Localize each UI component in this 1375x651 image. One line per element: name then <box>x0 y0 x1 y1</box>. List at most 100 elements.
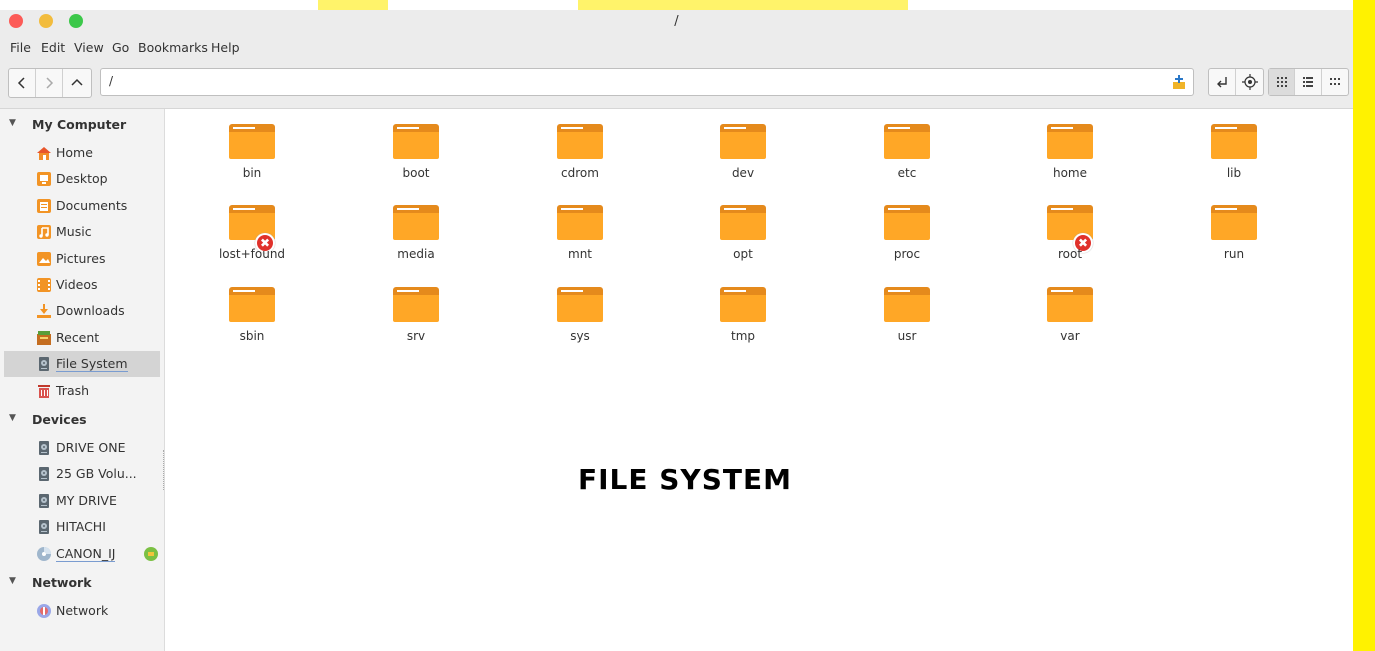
sidebar-item-25-gb-volu[interactable]: 25 GB Volu... <box>4 461 160 487</box>
folder-item[interactable]: boot <box>356 109 476 187</box>
menu-edit[interactable]: Edit <box>41 40 65 55</box>
folder-item[interactable]: srv <box>356 272 476 350</box>
folder-label: boot <box>402 166 430 180</box>
sidebar-item-network[interactable]: Network <box>4 598 160 624</box>
sidebar-resize-handle[interactable] <box>163 450 164 490</box>
folder-label: sys <box>570 329 590 343</box>
folder-item[interactable]: bin <box>192 109 312 187</box>
chevron-left-icon <box>17 77 25 89</box>
sidebar-item-drive-one[interactable]: DRIVE ONE <box>4 435 160 461</box>
folder-item[interactable]: var <box>1010 272 1130 350</box>
folder-label: var <box>1060 329 1080 343</box>
sidebar-item-music[interactable]: Music <box>4 219 160 245</box>
pictures-icon <box>36 251 52 267</box>
desktop-icon <box>36 171 52 187</box>
folder-item[interactable]: mnt <box>520 190 640 268</box>
sidebar-item-label: 25 GB Volu... <box>56 466 137 482</box>
folder-label: etc <box>897 166 917 180</box>
eject-icon[interactable] <box>144 546 158 561</box>
sidebar-section-devices[interactable]: ▼ Devices <box>0 408 164 432</box>
list-view-icon <box>1303 77 1314 87</box>
home-icon <box>36 145 52 161</box>
folder-icon <box>393 124 439 159</box>
sidebar: ▼ My Computer Home Desktop Documents Music Pic… <box>0 109 165 651</box>
folder-item[interactable]: ✖ lost+found <box>192 190 312 268</box>
compact-view-button[interactable] <box>1322 69 1348 95</box>
sidebar-item-my-drive[interactable]: MY DRIVE <box>4 488 160 514</box>
action-buttons <box>1208 68 1264 96</box>
folder-label: run <box>1223 247 1245 261</box>
back-button[interactable] <box>9 69 36 97</box>
menu-go[interactable]: Go <box>112 40 129 55</box>
drive-icon <box>36 466 52 482</box>
chevron-up-icon <box>70 78 83 86</box>
folder-label: sbin <box>239 329 265 343</box>
sidebar-item-file-system[interactable]: File System <box>4 351 160 378</box>
list-view-button[interactable] <box>1295 69 1322 95</box>
sidebar-item-label: Downloads <box>56 303 125 319</box>
folder-label: mnt <box>568 247 592 261</box>
folder-item[interactable]: opt <box>683 190 803 268</box>
drive-icon <box>36 440 52 456</box>
folder-item[interactable]: home <box>1010 109 1130 187</box>
folder-label: bin <box>242 166 262 180</box>
grid-view-icon <box>1276 77 1287 87</box>
menu-bar: File Edit View Go Bookmarks Help <box>0 36 1353 60</box>
folder-item[interactable]: proc <box>847 190 967 268</box>
drive-icon <box>36 519 52 535</box>
sidebar-item-hitachi[interactable]: HITACHI <box>4 514 160 540</box>
music-icon <box>36 224 52 240</box>
sidebar-item-recent[interactable]: Recent <box>4 325 160 351</box>
folder-item[interactable]: etc <box>847 109 967 187</box>
sidebar-item-label: Videos <box>56 277 98 292</box>
sidebar-item-desktop[interactable]: Desktop <box>4 166 160 192</box>
menu-bookmarks[interactable]: Bookmarks <box>138 40 208 55</box>
folder-icon <box>1211 124 1257 159</box>
sidebar-item-label: CANON_IJ <box>56 545 116 562</box>
sidebar-section-label: My Computer <box>32 117 127 132</box>
toolbar: / <box>0 60 1353 109</box>
folder-icon <box>557 287 603 322</box>
folder-item[interactable]: ✖ root <box>1010 190 1130 268</box>
sidebar-item-label: Desktop <box>56 171 108 187</box>
navigation-buttons <box>8 68 92 98</box>
location-bar[interactable]: / <box>100 68 1194 96</box>
forward-button[interactable] <box>36 69 63 97</box>
open-terminal-button[interactable] <box>1209 69 1236 95</box>
folder-icon <box>720 205 766 240</box>
sidebar-item-documents[interactable]: Documents <box>4 193 160 219</box>
folder-item[interactable]: sbin <box>192 272 312 350</box>
window-title: / <box>674 14 679 29</box>
sidebar-item-home[interactable]: Home <box>4 140 160 166</box>
folder-item[interactable]: tmp <box>683 272 803 350</box>
folder-label: dev <box>731 166 755 180</box>
sidebar-item-videos[interactable]: Videos <box>4 272 160 298</box>
sidebar-item-downloads[interactable]: Downloads <box>4 298 160 324</box>
folder-item[interactable]: lib <box>1174 109 1294 187</box>
icon-view-button[interactable] <box>1269 69 1296 95</box>
folder-item[interactable]: usr <box>847 272 967 350</box>
folder-label: proc <box>893 247 921 261</box>
bookmark-add-icon[interactable] <box>1171 74 1187 90</box>
sidebar-section-network[interactable]: ▼ Network <box>0 571 164 595</box>
sidebar-section-my-computer[interactable]: ▼ My Computer <box>0 113 164 137</box>
folder-item[interactable]: sys <box>520 272 640 350</box>
sidebar-item-pictures[interactable]: Pictures <box>4 246 160 272</box>
sidebar-item-canon-ij[interactable]: CANON_IJ <box>4 541 160 567</box>
folder-icon <box>1211 205 1257 240</box>
menu-view[interactable]: View <box>74 40 104 55</box>
up-button[interactable] <box>63 69 90 97</box>
folder-label: lost+found <box>218 247 286 261</box>
folder-item[interactable]: cdrom <box>520 109 640 187</box>
menu-file[interactable]: File <box>10 40 31 55</box>
sidebar-item-trash[interactable]: Trash <box>4 378 160 404</box>
trash-icon <box>36 383 52 399</box>
folder-label: usr <box>897 329 917 343</box>
drive-icon <box>36 493 52 509</box>
menu-help[interactable]: Help <box>211 40 240 55</box>
locate-button[interactable] <box>1236 69 1263 95</box>
folder-item[interactable]: run <box>1174 190 1294 268</box>
documents-icon <box>36 198 52 214</box>
folder-item[interactable]: dev <box>683 109 803 187</box>
folder-item[interactable]: media <box>356 190 476 268</box>
